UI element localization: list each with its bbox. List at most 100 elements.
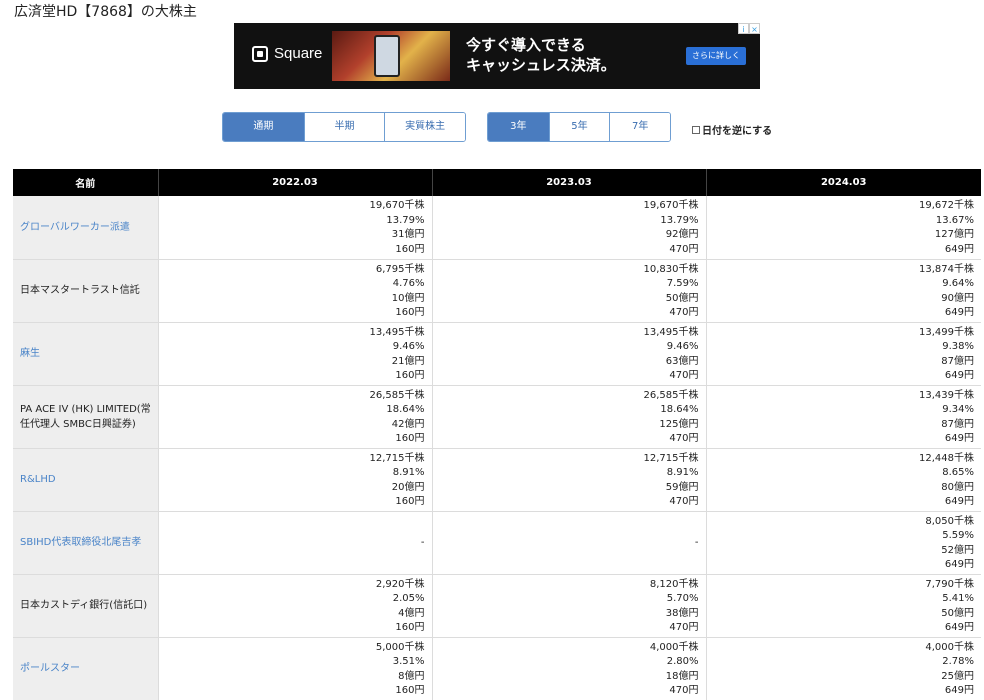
holding-value: 18.64%	[386, 404, 425, 416]
table-row: ポールスター 5,000千株 3.51% 8億円 160円 4,000千株 2.80% 18億…	[13, 637, 981, 700]
shareholder-name: 日本マスタートラスト信託	[13, 259, 158, 323]
holding-cell: 12,715千株 8.91% 20億円 160円	[157, 448, 432, 512]
holding-value: 19,670千株	[643, 200, 699, 212]
holding-value: 649円	[944, 495, 974, 507]
holding-cell: 6,795千株 4.76% 10億円 160円	[157, 259, 432, 323]
holding-value: 470円	[669, 684, 699, 696]
holding-value: 649円	[944, 432, 974, 444]
holding-value: 80億円	[941, 481, 974, 493]
holding-value: 31億円	[391, 229, 425, 241]
ad-info-icon[interactable]: i	[738, 23, 749, 34]
shareholder-name[interactable]: SBIHD代表取締役北尾吉孝	[13, 511, 158, 575]
holding-value: 160円	[395, 432, 425, 444]
holding-value: 2.78%	[942, 656, 974, 668]
holding-value: 21億円	[391, 355, 425, 367]
holding-value: 9.46%	[392, 341, 425, 353]
holding-value: 470円	[669, 495, 699, 507]
holding-value: 3.51%	[392, 656, 425, 668]
holding-value: 5,000千株	[375, 641, 425, 653]
years-tab-3[interactable]: 7年	[609, 113, 670, 141]
holding-value: 87億円	[941, 355, 974, 367]
shareholder-name[interactable]: グローバルワーカー派遣	[13, 196, 158, 260]
shareholder-name: PA ACE IV (HK) LIMITED(常任代理人 SMBC日興証券)	[13, 385, 158, 449]
holding-value: 7,790千株	[925, 578, 974, 590]
holding-value: 2.05%	[392, 593, 425, 605]
holding-cell: 4,000千株 2.78% 25億円 649円	[705, 637, 981, 700]
ad-choices[interactable]: i ×	[738, 23, 760, 34]
holding-value: 13,495千株	[643, 326, 699, 338]
holding-cell: -	[157, 511, 432, 575]
table-row: グローバルワーカー派遣 19,670千株 13.79% 31億円 160円 19,670千…	[13, 196, 981, 260]
holding-value: 87億円	[941, 418, 974, 430]
holding-value: 9.46%	[666, 341, 699, 353]
shareholder-name[interactable]: ポールスター	[13, 637, 158, 700]
holding-cell: 2,920千株 2.05% 4億円 160円	[157, 574, 432, 638]
holding-value: 649円	[944, 369, 974, 381]
ad-cta-button[interactable]: さらに詳しく	[686, 47, 746, 65]
ad-close-icon[interactable]: ×	[749, 23, 760, 34]
holding-value: 4,000千株	[649, 641, 699, 653]
holding-value: 13.79%	[386, 214, 425, 226]
holding-value: 5.59%	[942, 530, 974, 542]
holding-cell: 10,830千株 7.59% 50億円 470円	[431, 259, 706, 323]
holding-value: 59億円	[665, 481, 699, 493]
holding-value: 649円	[944, 306, 974, 318]
holding-value: 2,920千株	[375, 578, 425, 590]
shareholder-name: 日本カストディ銀行(信託口)	[13, 574, 158, 638]
holding-value: 90億円	[941, 292, 974, 304]
holding-value: 7.59%	[666, 278, 699, 290]
holding-value: 18億円	[665, 670, 699, 682]
holding-value: 13,495千株	[369, 326, 425, 338]
advertisement-banner[interactable]: Square 今すぐ導入できる キャッシュレス決済。 さらに詳しく i ×	[234, 23, 760, 89]
holding-value: 470円	[669, 432, 699, 444]
holding-value: 8.91%	[392, 467, 425, 479]
column-header-2024: 2024.03	[705, 169, 981, 196]
reverse-date-toggle[interactable]: 日付を逆にする	[692, 122, 772, 137]
holding-cell: 5,000千株 3.51% 8億円 160円	[157, 637, 432, 700]
shareholder-name[interactable]: R&LHD	[13, 448, 158, 512]
holding-value: 63億円	[665, 355, 699, 367]
holding-value: 26,585千株	[369, 389, 425, 401]
holding-value: 470円	[669, 621, 699, 633]
holding-value: 50億円	[665, 292, 699, 304]
holding-value: 9.38%	[942, 341, 974, 353]
table-row: PA ACE IV (HK) LIMITED(常任代理人 SMBC日興証券) 26…	[13, 385, 981, 449]
holding-value: 160円	[395, 306, 425, 318]
shareholder-name[interactable]: 麻生	[13, 322, 158, 386]
period-tab-3[interactable]: 実質株主	[384, 113, 465, 141]
years-tab-2[interactable]: 5年	[548, 113, 610, 141]
holding-value: 127億円	[934, 229, 974, 241]
column-header-2023: 2023.03	[431, 169, 706, 196]
years-tab-1[interactable]: 3年	[488, 113, 549, 141]
table-row: SBIHD代表取締役北尾吉孝 - - 8,050千株 5.59% 52億円 649円	[13, 511, 981, 575]
phone-icon	[374, 35, 400, 77]
period-tab-1[interactable]: 通期	[223, 113, 304, 141]
holding-value: 42億円	[391, 418, 425, 430]
holding-value: 470円	[669, 306, 699, 318]
period-tab-2[interactable]: 半期	[303, 113, 385, 141]
holding-value: 10億円	[391, 292, 425, 304]
holding-cell: 26,585千株 18.64% 42億円 160円	[157, 385, 432, 449]
table-row: 日本カストディ銀行(信託口) 2,920千株 2.05% 4億円 160円 8,120千株…	[13, 574, 981, 638]
table-row: 日本マスタートラスト信託 6,795千株 4.76% 10億円 160円 10,830千株…	[13, 259, 981, 323]
holding-value: 649円	[944, 621, 974, 633]
holding-value: 8,120千株	[649, 578, 699, 590]
holding-value: 92億円	[665, 229, 699, 241]
holding-cell: 13,874千株 9.64% 90億円 649円	[705, 259, 981, 323]
holding-value: 470円	[669, 369, 699, 381]
holding-cell: 13,439千株 9.34% 87億円 649円	[705, 385, 981, 449]
holding-value: 649円	[944, 558, 974, 570]
reverse-date-checkbox[interactable]	[692, 125, 700, 134]
ad-headline-line1: 今すぐ導入できる	[466, 36, 586, 54]
holding-value: 125億円	[659, 418, 699, 430]
holding-value: 52億円	[941, 544, 974, 556]
table-header-row: 名前 2022.03 2023.03 2024.03	[13, 169, 981, 196]
table-row: R&LHD 12,715千株 8.91% 20億円 160円 12,715千株 8.91% 5…	[13, 448, 981, 512]
holding-cell: 13,495千株 9.46% 63億円 470円	[431, 322, 706, 386]
holding-value: 5.41%	[942, 593, 974, 605]
ad-brand: Square	[274, 45, 323, 62]
holding-value: 6,795千株	[375, 263, 425, 275]
holding-value: 4億円	[398, 607, 425, 619]
holding-cell: 26,585千株 18.64% 125億円 470円	[431, 385, 706, 449]
holding-value: 160円	[395, 684, 425, 696]
